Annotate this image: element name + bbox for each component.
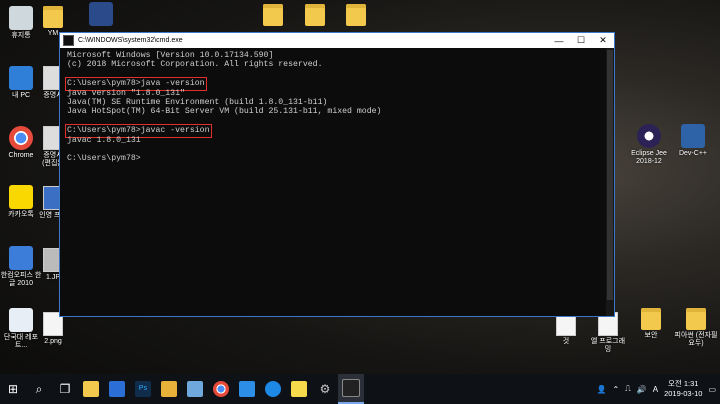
desktop-icon-bottom-2[interactable]: 엘 프로그래밍 [588,312,628,354]
cmd-icon [63,35,74,46]
taskbar-paint[interactable] [182,374,208,404]
desktop-folder-2[interactable] [300,4,330,28]
minimize-button[interactable]: — [548,33,570,48]
scrollbar-thumb[interactable] [607,50,613,300]
console-line: java version "1.8.0_131" [67,88,185,98]
desktop-icon-report[interactable]: 단국대 레포트... [0,308,42,350]
console-line: Microsoft Windows [Version 10.0.17134.59… [67,51,274,60]
desktop-icon-my-pc[interactable]: 내 PC [0,66,42,100]
cmd-title-bar[interactable]: C:\WINDOWS\system32\cmd.exe — ☐ ✕ [60,33,614,48]
store-icon [109,381,125,397]
start-button[interactable]: ⊞ [0,374,26,404]
taskbar-sticky-notes[interactable] [286,374,312,404]
folder-icon [161,381,177,397]
console-line: (c) 2018 Microsoft Corporation. All righ… [67,60,323,70]
console-line-javac-cmd: C:\Users\pym78>javac -version [65,124,614,138]
taskbar-edge[interactable] [260,374,286,404]
cmd-console[interactable]: Microsoft Windows [Version 10.0.17134.59… [60,48,614,306]
photoshop-icon: Ps [135,381,151,397]
console-line: Java HotSpot(TM) 64-Bit Server VM (build… [67,107,382,117]
pc-icon [9,66,33,90]
desktop-icon-kakaotalk[interactable]: 카카오톡 [0,185,42,219]
desktop-icon-bottom-1[interactable]: 것 [548,312,584,346]
document-icon [9,308,33,332]
maximize-button[interactable]: ☐ [570,33,592,48]
clock-time: 오전 1:31 [668,379,699,388]
volume-icon[interactable]: 🔊 [637,385,647,394]
folder-icon [641,308,661,330]
highlight-box-java: C:\Users\pym78>java -version [65,77,207,91]
close-button[interactable]: ✕ [592,33,614,48]
search-icon: ⌕ [35,381,43,396]
desktop-folder-1[interactable] [258,4,288,28]
desktop-icon-bottom-3[interactable]: 보안 [632,308,670,340]
kakaotalk-icon [9,185,33,209]
taskbar-chrome[interactable] [208,374,234,404]
desktop-folder-3[interactable] [341,4,371,28]
taskbar: ⊞ ⌕ ❐ Ps ⚙ 👤 ⌃ ⎍ 🔊 A 오전 1:31 2019-03-10 … [0,374,720,404]
task-view-icon: ❐ [59,382,71,396]
taskbar-photoshop[interactable]: Ps [130,374,156,404]
cmd-scrollbar[interactable] [606,48,614,316]
people-icon[interactable]: 👤 [596,385,606,394]
folder-icon [346,4,366,26]
highlight-box-javac: C:\Users\pym78>javac -version [65,124,212,138]
cmd-window[interactable]: C:\WINDOWS\system32\cmd.exe — ☐ ✕ Micros… [59,32,615,317]
console-line-java-cmd: C:\Users\pym78>java -version [65,77,614,91]
taskbar-cmd-active[interactable] [338,374,364,404]
search-button[interactable]: ⌕ [26,374,52,404]
desktop-icon-bottom-4[interactable]: 피아썬 (전자필요두) [674,308,718,348]
recycle-bin-icon [9,6,33,30]
chevron-up-icon[interactable]: ⌃ [612,385,619,394]
desktop-icon-2png[interactable]: 2.png [38,312,68,346]
sticky-notes-icon [291,381,307,397]
desktop-icon-eclipse[interactable]: Eclipse Jee 2018-12 [628,124,670,166]
taskbar-vscode[interactable] [234,374,260,404]
desktop-icon-devcpp[interactable]: Dev-C++ [672,124,714,158]
taskbar-folder[interactable] [156,374,182,404]
settings-icon: ⚙ [319,382,331,396]
system-tray: 👤 ⌃ ⎍ 🔊 A 오전 1:31 2019-03-10 ▭ [596,374,716,404]
chrome-icon [9,126,33,150]
desktop-icon-chrome[interactable]: Chrome [0,126,42,160]
virtualbox-icon [89,2,113,26]
file-explorer-icon [83,381,99,397]
desktop-icon-vbox[interactable] [86,2,116,28]
taskbar-clock[interactable]: 오전 1:31 2019-03-10 [664,379,702,399]
taskbar-settings[interactable]: ⚙ [312,374,338,404]
desktop-icon-hancom[interactable]: 한컴오피스 한글 2010 [0,246,42,288]
task-view-button[interactable]: ❐ [52,374,78,404]
desktop-icon-recycle-bin[interactable]: 휴지통 [0,6,42,40]
network-icon[interactable]: ⎍ [625,384,631,394]
vscode-icon [239,381,255,397]
taskbar-file-explorer[interactable] [78,374,104,404]
paint-icon [187,381,203,397]
folder-icon [263,4,283,26]
folder-icon [305,4,325,26]
notification-icon[interactable]: ▭ [708,385,716,394]
cmd-icon [342,379,360,397]
hancom-icon [9,246,33,270]
eclipse-icon [637,124,661,148]
folder-icon [43,6,63,28]
start-icon: ⊞ [7,382,19,396]
console-line: javac 1.8.0_131 [67,135,141,145]
cmd-title-text: C:\WINDOWS\system32\cmd.exe [78,37,183,44]
chrome-icon [213,381,229,397]
folder-icon [686,308,706,330]
clock-date: 2019-03-10 [664,389,703,398]
edge-icon [265,381,281,397]
console-line-prompt: C:\Users\pym78> [67,154,141,164]
input-method-icon[interactable]: A [653,385,658,394]
devcpp-icon [681,124,705,148]
taskbar-store[interactable] [104,374,130,404]
